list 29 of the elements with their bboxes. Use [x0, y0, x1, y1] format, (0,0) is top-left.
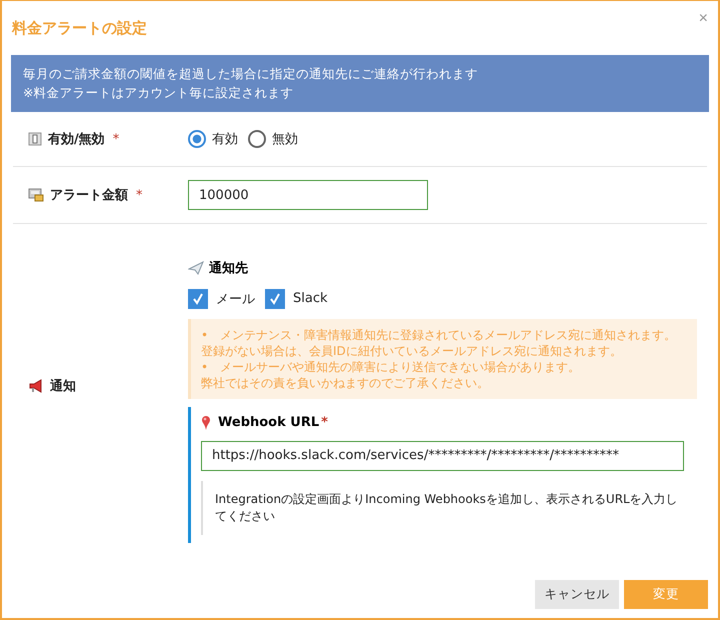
megaphone-icon: [28, 378, 44, 392]
radio-option[interactable]: 無効: [248, 130, 298, 148]
required-mark: *: [136, 188, 142, 202]
section-heading: 通知先: [209, 260, 248, 276]
checkmark-icon: [268, 292, 282, 306]
dialog-title: 料金アラートの設定: [12, 18, 147, 38]
checkmark-icon: [191, 292, 205, 306]
field-label: 有効/無効: [48, 131, 105, 148]
required-mark: *: [112, 132, 120, 146]
field-label: Webhook URL: [218, 415, 320, 430]
radio-option[interactable]: 有効: [188, 130, 238, 148]
amount-field[interactable]: 100000: [188, 180, 428, 210]
note-text: • メールサーバや通知先の障害により送信できない場合があります。: [201, 358, 582, 374]
info-banner: 毎月のご請求金額の閾値を超過した場合に指定の通知先にご連絡が行われます ※料金アラートはアカウント毎に設定されます: [11, 55, 709, 112]
note-text: 弊社ではその責を負いかねますのでご了承ください。: [201, 374, 490, 390]
checkbox[interactable]: メール: [188, 288, 255, 308]
help-text: Integrationの設定画面よりIncoming Webhooksを追加し、表示されるURLを入力してください: [201, 480, 697, 534]
cash-register-icon: [28, 188, 44, 202]
map-pin-icon: [201, 414, 211, 430]
cancel-button[interactable]: キャンセル: [535, 580, 619, 609]
field-label: 通知: [50, 378, 76, 394]
field-label: アラート金額: [50, 186, 128, 204]
note-text: 登録がない場合は、会員IDに紐付いているメールアドレス宛に通知されます。: [201, 342, 623, 358]
url-field[interactable]: https://hooks.slack.com/services/*********/*********/**********: [201, 440, 684, 470]
checkbox[interactable]: Slack: [265, 288, 328, 308]
required-mark: *: [321, 415, 328, 430]
note-text: • メンテナンス・障害情報通知先に登録されているメールアドレス宛に通知されます。: [201, 326, 678, 342]
switch-icon: [28, 132, 42, 146]
paper-plane-icon: [188, 260, 204, 274]
